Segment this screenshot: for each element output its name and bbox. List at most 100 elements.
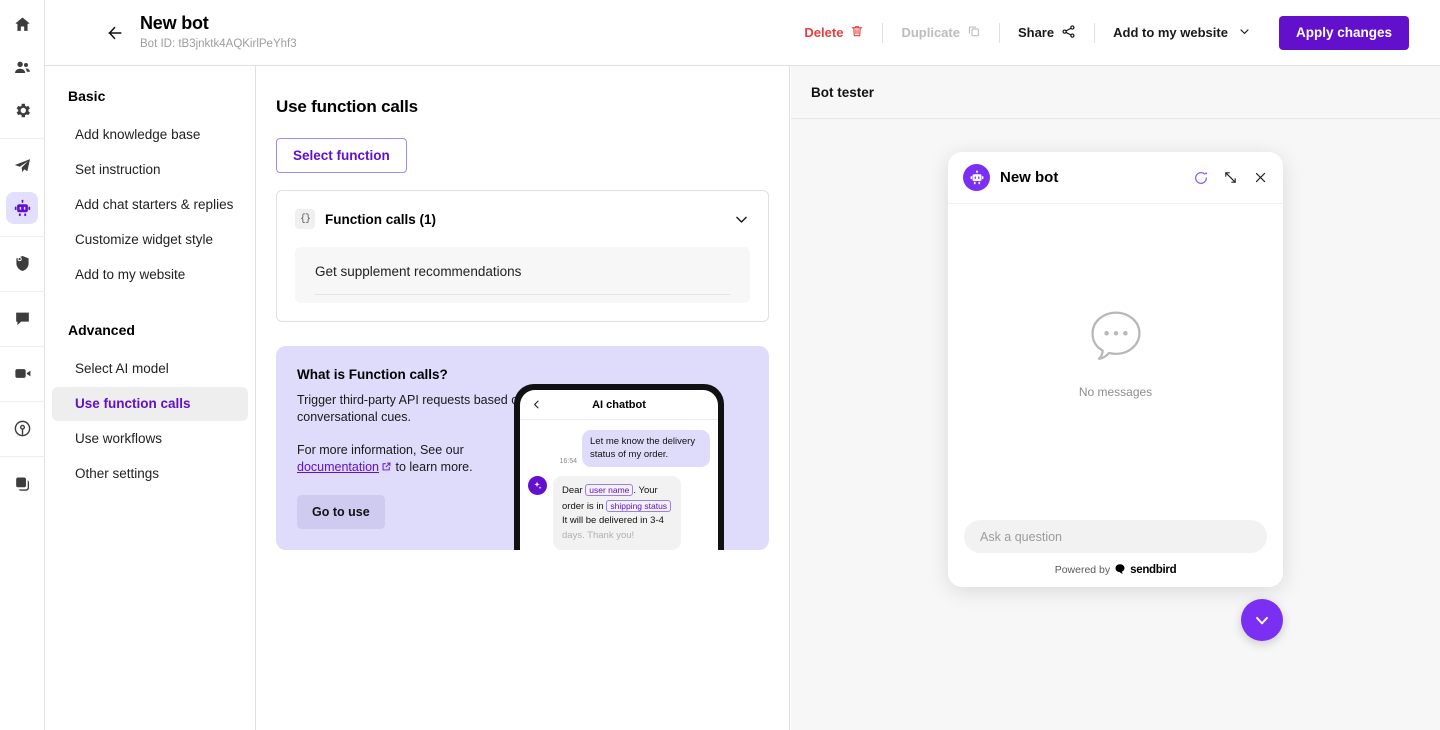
sidebar-item-add-knowledge-base[interactable]: Add knowledge base: [52, 118, 248, 152]
sparkle-avatar-icon: [528, 476, 547, 495]
bot-avatar: [963, 164, 990, 191]
chevron-down-icon: [1238, 25, 1251, 41]
phone-user-message: Let me know the delivery status of my or…: [582, 430, 710, 467]
function-row-divider: [315, 294, 730, 295]
share-label: Share: [1017, 25, 1055, 40]
duplicate-button[interactable]: Duplicate: [887, 17, 995, 48]
page-title-block: New bot Bot ID: tB3jnktk4AQKirlPeYhf3: [140, 13, 297, 52]
chat-widget: New bot No messages Ask a question Power…: [948, 152, 1283, 587]
token-shipping-status: shipping status: [606, 499, 672, 512]
chat-widget-empty-state: No messages: [948, 204, 1283, 520]
app-root: New bot Bot ID: tB3jnktk4AQKirlPeYhf3 De…: [0, 0, 1440, 730]
sidebar-item-customize-widget-style[interactable]: Customize widget style: [52, 223, 248, 257]
home-icon[interactable]: [6, 8, 38, 40]
bot-id-label: Bot ID: tB3jnktk4AQKirlPeYhf3: [140, 38, 297, 50]
promo-heading: What is Function calls?: [297, 367, 448, 382]
braces-icon: {}: [295, 209, 315, 229]
chat-widget-actions: [1192, 169, 1269, 186]
top-bar-actions: Delete Duplicate Share Add to my website…: [790, 0, 1440, 65]
bot-tester-title: Bot tester: [811, 84, 875, 100]
rail-divider: [0, 346, 45, 347]
phone-user-message-row: 16:54 Let me know the delivery status of…: [528, 430, 710, 467]
phone-message-timestamp: 16:54: [559, 458, 577, 465]
phone-bot-message-row: Dear user name. Your order is in shippin…: [528, 476, 710, 550]
copy-icon: [967, 24, 981, 41]
sidebar-group-advanced-title: Advanced: [68, 322, 135, 338]
gear-icon[interactable]: [6, 94, 38, 126]
page-title: New bot: [140, 13, 209, 33]
add-to-website-label: Add to my website: [1113, 25, 1228, 40]
global-nav-rail: [0, 0, 45, 730]
function-calls-card-title: Function calls (1): [325, 211, 437, 227]
layers-icon[interactable]: [6, 467, 38, 499]
action-divider: [882, 22, 884, 43]
share-button[interactable]: Share: [1004, 17, 1090, 49]
bot-tester-header: Bot tester: [791, 66, 1440, 119]
sidebar-item-use-workflows[interactable]: Use workflows: [52, 422, 248, 456]
chat-input-row: [948, 520, 1283, 553]
rail-divider: [0, 236, 45, 237]
share-icon: [1061, 24, 1076, 42]
chevron-down-icon[interactable]: [733, 211, 750, 228]
phone-mockup: AI chatbot 16:54 Let me know the deliver…: [514, 384, 724, 550]
sidebar-item-select-ai-model[interactable]: Select AI model: [52, 352, 248, 386]
delete-button[interactable]: Delete: [790, 17, 878, 48]
sidebar-item-set-instruction[interactable]: Set instruction: [52, 153, 248, 187]
documentation-link[interactable]: documentation: [297, 460, 379, 474]
function-calls-info-card: What is Function calls? Trigger third-pa…: [276, 346, 769, 550]
users-icon[interactable]: [6, 51, 38, 83]
phone-bot-message: Dear user name. Your order is in shippin…: [553, 476, 681, 550]
bot-text-1: Dear: [562, 485, 583, 496]
function-list: Get supplement recommendations: [295, 247, 750, 303]
bot-text-3: It will be delivered in 3-4: [562, 515, 664, 526]
sidebar-item-add-chat-starters[interactable]: Add chat starters & replies: [52, 188, 248, 222]
section-title: Use function calls: [276, 97, 418, 116]
refresh-icon[interactable]: [1192, 169, 1209, 186]
chat-bubble-icon[interactable]: [6, 302, 38, 334]
external-link-icon: [381, 460, 392, 477]
go-to-use-button[interactable]: Go to use: [297, 495, 385, 529]
send-icon[interactable]: [6, 149, 38, 181]
robot-icon[interactable]: [6, 192, 38, 224]
empty-state-label: No messages: [1078, 385, 1153, 399]
bot-tester-body: New bot No messages Ask a question Power…: [791, 119, 1440, 730]
video-camera-icon[interactable]: [6, 357, 38, 389]
sendbird-brand: sendbird: [1130, 564, 1177, 576]
phone-conversation: 16:54 Let me know the delivery status of…: [520, 420, 718, 550]
token-user-name: user name: [585, 484, 634, 496]
sidebar-item-add-to-my-website[interactable]: Add to my website: [52, 258, 248, 292]
minimize-chat-fab[interactable]: [1241, 599, 1283, 641]
sidebar-item-use-function-calls[interactable]: Use function calls: [52, 387, 248, 421]
chat-input[interactable]: [964, 520, 1267, 553]
phone-title: AI chatbot: [592, 398, 646, 411]
expand-icon[interactable]: [1222, 169, 1239, 186]
function-calls-card: {} Function calls (1) Get supplement rec…: [276, 190, 769, 322]
powered-by-footer: Powered by sendbird: [948, 553, 1283, 587]
duplicate-label: Duplicate: [901, 25, 960, 40]
back-arrow-icon[interactable]: [98, 16, 132, 50]
apply-changes-button[interactable]: Apply changes: [1278, 15, 1409, 50]
broadcast-icon[interactable]: [6, 412, 38, 444]
promo-text-after: to learn more.: [392, 460, 473, 474]
function-calls-card-header[interactable]: {} Function calls (1): [295, 205, 750, 233]
select-function-button[interactable]: Select function: [276, 138, 407, 173]
shield-check-icon[interactable]: [6, 247, 38, 279]
main-content: Use function calls Select function {} Fu…: [256, 66, 790, 730]
sidebar-group-basic-title: Basic: [68, 88, 106, 104]
function-row-label[interactable]: Get supplement recommendations: [315, 264, 730, 294]
rail-divider: [0, 138, 45, 139]
promo-paragraph-2: For more information, See our documentat…: [297, 442, 532, 477]
rail-divider: [0, 291, 45, 292]
phone-back-icon: [531, 398, 542, 416]
top-bar: New bot Bot ID: tB3jnktk4AQKirlPeYhf3 De…: [45, 0, 1440, 66]
chat-widget-title: New bot: [1000, 169, 1059, 186]
sendbird-logo-icon: [1114, 563, 1126, 578]
chat-widget-header: New bot: [948, 152, 1283, 204]
settings-sidebar: Basic Add knowledge base Set instruction…: [45, 66, 256, 730]
close-icon[interactable]: [1252, 169, 1269, 186]
delete-label: Delete: [804, 25, 844, 40]
promo-text-before: For more information, See our: [297, 443, 464, 457]
phone-header: AI chatbot: [520, 390, 718, 420]
add-to-website-dropdown[interactable]: Add to my website: [1099, 18, 1265, 48]
sidebar-item-other-settings[interactable]: Other settings: [52, 457, 248, 491]
